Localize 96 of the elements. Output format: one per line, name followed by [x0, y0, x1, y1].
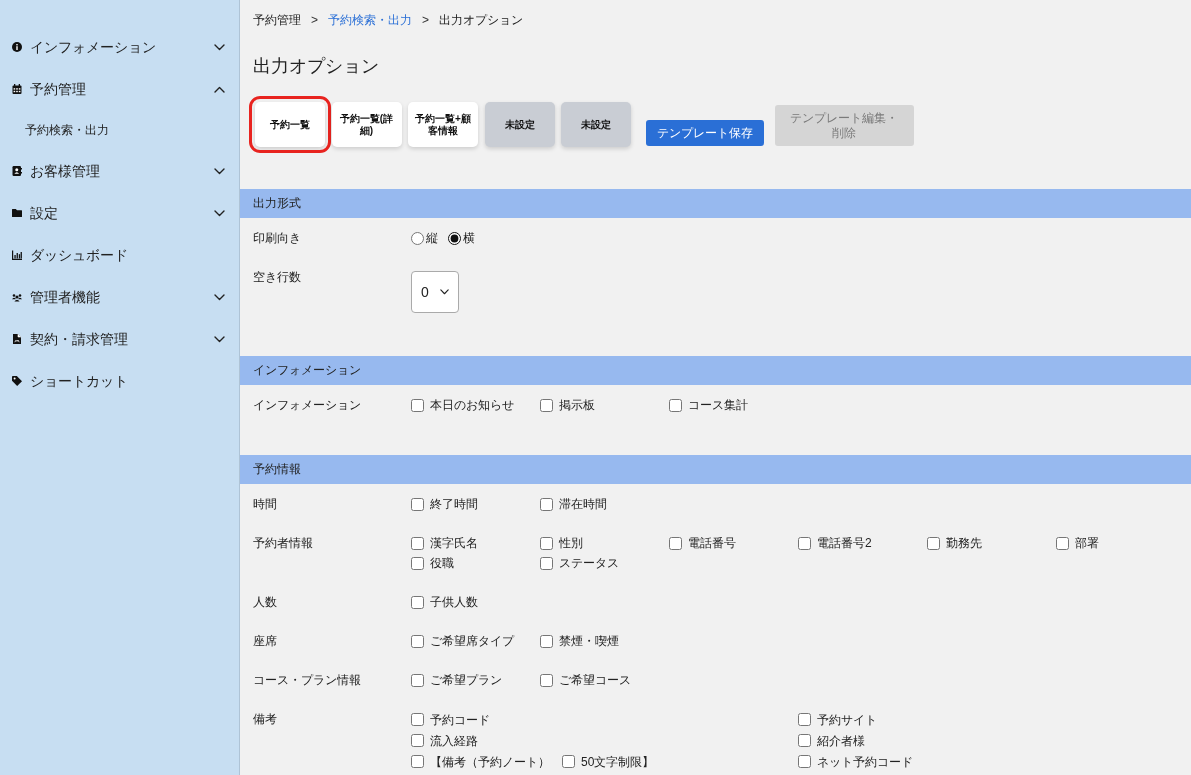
option-label: ご希望プラン — [430, 672, 502, 689]
section-header: 予約情報 — [240, 455, 1191, 484]
option-label: 電話番号 — [688, 535, 736, 552]
checkbox[interactable] — [669, 536, 682, 550]
option-label: コース集計 — [688, 397, 748, 414]
field-label: 時間 — [253, 496, 277, 513]
option-label: 縦 — [426, 230, 438, 247]
option-label: 紹介者様 — [817, 732, 865, 750]
checkbox[interactable] — [927, 536, 940, 550]
checkbox[interactable] — [411, 713, 424, 726]
option-label: 予約サイト — [817, 711, 877, 729]
field-label: 人数 — [253, 594, 277, 611]
radio-button[interactable] — [448, 231, 461, 245]
field-label: 印刷向き — [253, 230, 301, 247]
breadcrumb-separator: > — [422, 12, 430, 28]
checkbox[interactable] — [411, 634, 424, 648]
field-label: 座席 — [253, 633, 277, 650]
checkbox[interactable] — [540, 536, 553, 550]
template-button[interactable]: 未設定 — [561, 102, 631, 147]
sidebar-item[interactable]: 予約管理 — [0, 68, 239, 110]
option-label: 役職 — [430, 555, 454, 572]
checkbox[interactable] — [540, 497, 553, 511]
checkbox[interactable] — [540, 673, 553, 687]
bar-chart-icon — [12, 250, 22, 260]
chevron-down-icon — [439, 289, 449, 295]
primary-button[interactable]: テンプレート保存 — [645, 120, 764, 146]
option-label: 掲示板 — [559, 397, 595, 414]
option-label: 予約コード — [430, 711, 490, 729]
sidebar-item[interactable]: 契約・請求管理 — [0, 318, 239, 360]
field-label: 予約者情報 — [253, 535, 313, 552]
tag-icon — [12, 376, 22, 386]
checkbox[interactable] — [798, 734, 811, 747]
field-label: 空き行数 — [253, 269, 301, 286]
checkbox[interactable] — [411, 595, 424, 609]
sidebar-item[interactable]: ダッシュボード — [0, 234, 239, 276]
contact-card-icon — [12, 166, 22, 176]
template-button[interactable]: 未設定 — [484, 102, 555, 147]
checkbox[interactable] — [411, 398, 424, 412]
template-button[interactable]: 予約一覧(詳細) — [331, 102, 402, 147]
sidebar-subitem[interactable]: 予約検索・出力 — [0, 110, 239, 150]
users-icon — [12, 292, 22, 302]
checkbox[interactable] — [540, 556, 553, 570]
checkbox[interactable] — [1056, 536, 1069, 550]
option-label: ご希望席タイプ — [430, 633, 514, 650]
field-label: コース・プラン情報 — [253, 672, 361, 689]
option-label: 横 — [463, 230, 475, 247]
radio-button[interactable] — [411, 231, 424, 245]
section-header: 出力形式 — [240, 189, 1191, 218]
option-label: 流入経路 — [430, 732, 478, 750]
option-label: 勤務先 — [946, 535, 982, 552]
checkbox[interactable] — [411, 536, 424, 550]
sidebar-item[interactable]: お客様管理 — [0, 150, 239, 192]
checkbox[interactable] — [798, 536, 811, 550]
option-label: 50文字制限】 — [581, 753, 655, 771]
folder-icon — [12, 208, 22, 218]
option-label: 【備考（予約ノート） — [430, 753, 550, 771]
option-label: 滞在時間 — [559, 496, 607, 513]
document-icon — [12, 334, 22, 344]
option-label: 部署 — [1075, 535, 1099, 552]
sidebar-item[interactable]: インフォメーション — [0, 26, 239, 68]
sidebar-item[interactable]: ショートカット — [0, 360, 239, 402]
sidebar-item[interactable]: 設定 — [0, 192, 239, 234]
dropdown-field[interactable]: 0 — [411, 271, 459, 313]
checkbox[interactable] — [562, 755, 575, 768]
template-button[interactable]: 予約一覧+顧客情報 — [408, 102, 478, 147]
checkbox[interactable] — [669, 398, 682, 412]
breadcrumb-separator: > — [311, 12, 318, 28]
field-label: インフォメーション — [253, 397, 361, 414]
checkbox[interactable] — [540, 398, 553, 412]
page-title: 出力オプション — [253, 55, 379, 78]
checkbox[interactable] — [411, 673, 424, 687]
checkbox[interactable] — [798, 713, 811, 726]
option-label: 終了時間 — [430, 496, 478, 513]
option-label: 本日のお知らせ — [430, 397, 514, 414]
option-label: 子供人数 — [430, 594, 478, 611]
checkbox[interactable] — [411, 734, 424, 747]
checkbox[interactable] — [798, 755, 811, 768]
breadcrumb-item: 予約管理 — [253, 12, 301, 28]
section-header: インフォメーション — [240, 356, 1191, 385]
option-label: ご希望コース — [559, 672, 631, 689]
checkbox[interactable] — [411, 497, 424, 511]
option-label: 性別 — [559, 535, 583, 552]
breadcrumb-item: 出力オプション — [439, 12, 524, 28]
checkbox[interactable] — [411, 755, 424, 768]
breadcrumb-link[interactable]: 予約検索・出力 — [328, 12, 412, 28]
info-icon — [12, 42, 22, 52]
option-label: ステータス — [559, 555, 619, 572]
calendar-icon — [12, 84, 22, 94]
option-label: 電話番号2 — [817, 535, 872, 552]
option-label: 漢字氏名 — [430, 535, 478, 552]
field-label: 備考 — [253, 711, 277, 728]
option-label: ネット予約コード — [817, 753, 913, 771]
sidebar-item[interactable]: 管理者機能 — [0, 276, 239, 318]
option-label: 禁煙・喫煙 — [559, 633, 619, 650]
checkbox[interactable] — [540, 634, 553, 648]
checkbox[interactable] — [411, 556, 424, 570]
